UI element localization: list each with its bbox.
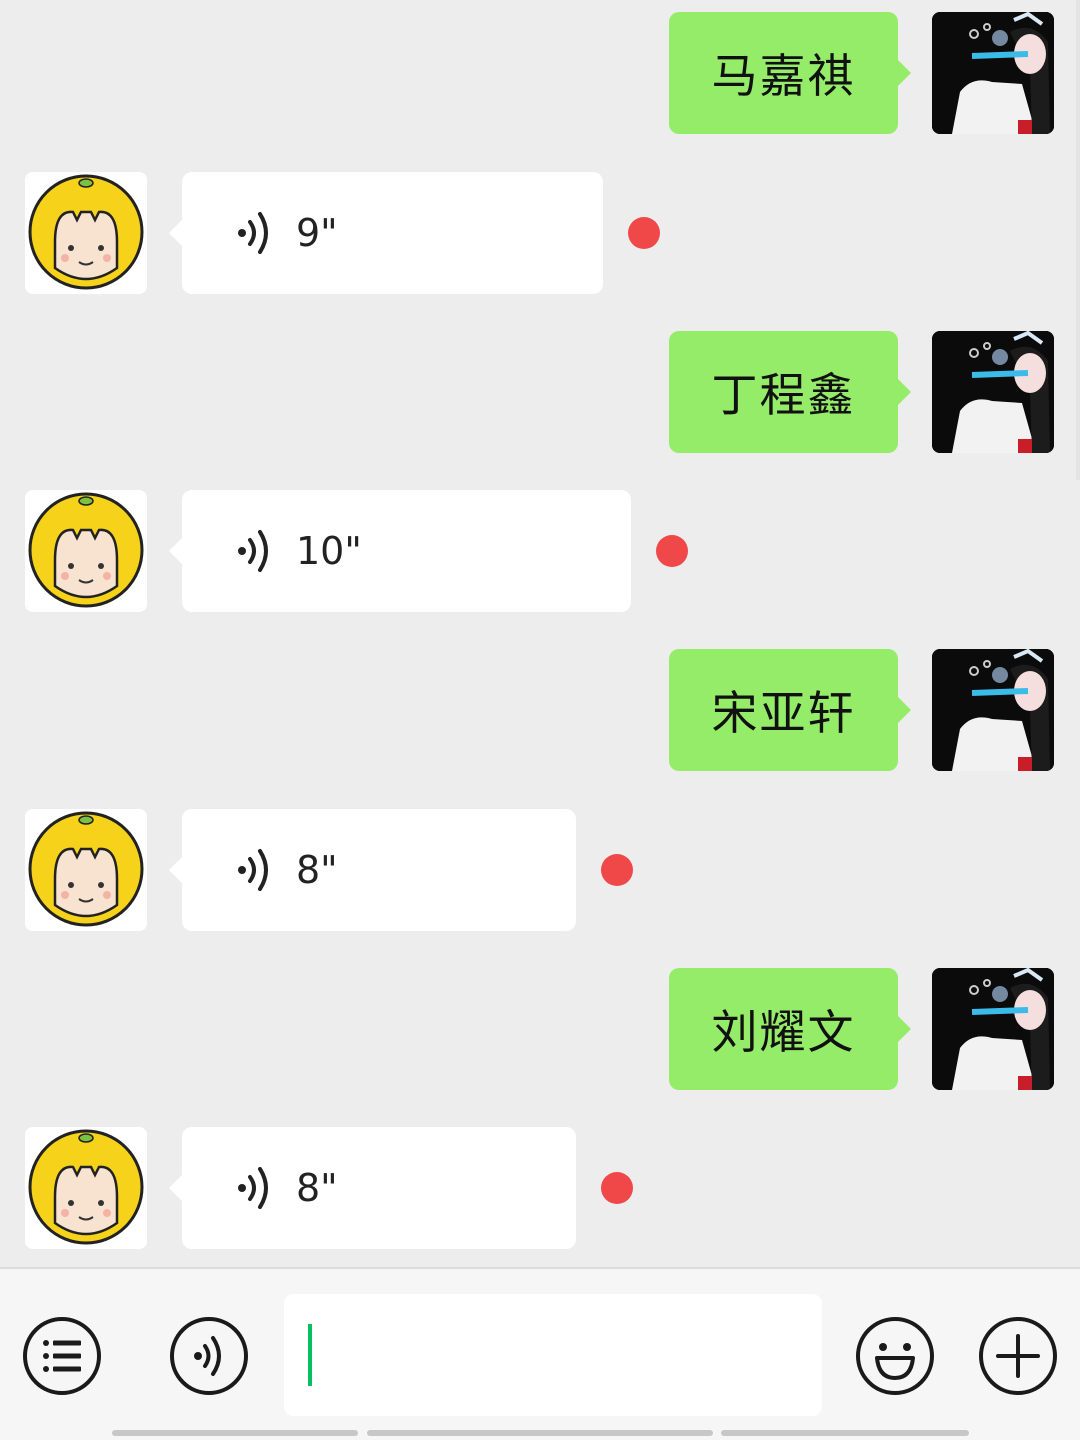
voice-duration: 10" [296, 529, 362, 573]
message-text: 刘耀文 [711, 1005, 856, 1059]
voice-icon [238, 530, 268, 572]
contact-avatar[interactable] [25, 809, 147, 931]
message-row-received: 8" [0, 809, 1080, 933]
unread-dot [601, 1172, 633, 1204]
sent-text-bubble[interactable]: 丁程鑫 [669, 331, 911, 453]
cartoon-girl-avatar [25, 809, 147, 931]
message-row-sent: 丁程鑫 [0, 331, 1080, 455]
self-avatar[interactable] [932, 12, 1054, 134]
message-text: 马嘉祺 [711, 49, 856, 103]
scrollbar-track[interactable] [1076, 0, 1080, 480]
self-avatar-photo [932, 649, 1054, 771]
message-input[interactable] [284, 1294, 822, 1416]
cartoon-girl-avatar [25, 172, 147, 294]
self-avatar[interactable] [932, 649, 1054, 771]
voice-message-bubble[interactable]: 8" [169, 809, 576, 931]
self-avatar[interactable] [932, 331, 1054, 453]
cartoon-girl-avatar [25, 1127, 147, 1249]
chat-message-list[interactable]: 马嘉祺 9" 丁程鑫 10" 宋亚轩 8" 刘耀文 8" [0, 0, 1080, 1267]
message-text: 宋亚轩 [711, 686, 856, 740]
self-avatar-photo [932, 968, 1054, 1090]
self-avatar[interactable] [932, 968, 1054, 1090]
sent-text-bubble[interactable]: 马嘉祺 [669, 12, 911, 134]
cartoon-girl-avatar [25, 490, 147, 612]
voice-duration: 9" [296, 211, 338, 255]
voice-message-bubble[interactable]: 8" [169, 1127, 576, 1249]
unread-dot [601, 854, 633, 886]
bottom-indicator [721, 1430, 969, 1436]
menu-icon[interactable] [22, 1316, 102, 1396]
bottom-indicator [367, 1430, 713, 1436]
text-cursor [308, 1324, 312, 1386]
self-avatar-photo [932, 12, 1054, 134]
voice-icon [238, 849, 268, 891]
sent-text-bubble[interactable]: 刘耀文 [669, 968, 911, 1090]
sent-text-bubble[interactable]: 宋亚轩 [669, 649, 911, 771]
message-row-received: 9" [0, 172, 1080, 296]
contact-avatar[interactable] [25, 490, 147, 612]
message-row-received: 8" [0, 1127, 1080, 1251]
voice-icon [238, 212, 268, 254]
message-row-sent: 马嘉祺 [0, 12, 1080, 136]
plus-icon[interactable] [978, 1316, 1058, 1396]
message-row-sent: 刘耀文 [0, 968, 1080, 1092]
unread-dot [656, 535, 688, 567]
voice-message-bubble[interactable]: 9" [169, 172, 603, 294]
bottom-indicator [112, 1430, 358, 1436]
message-row-sent: 宋亚轩 [0, 649, 1080, 773]
message-row-received: 10" [0, 490, 1080, 614]
chat-input-bar [0, 1267, 1080, 1440]
unread-dot [628, 217, 660, 249]
voice-duration: 8" [296, 1166, 338, 1210]
contact-avatar[interactable] [25, 1127, 147, 1249]
message-text: 丁程鑫 [711, 368, 856, 422]
voice-input-icon[interactable] [169, 1316, 249, 1396]
contact-avatar[interactable] [25, 172, 147, 294]
voice-icon [238, 1167, 268, 1209]
emoji-icon[interactable] [855, 1316, 935, 1396]
self-avatar-photo [932, 331, 1054, 453]
voice-message-bubble[interactable]: 10" [169, 490, 631, 612]
voice-duration: 8" [296, 848, 338, 892]
